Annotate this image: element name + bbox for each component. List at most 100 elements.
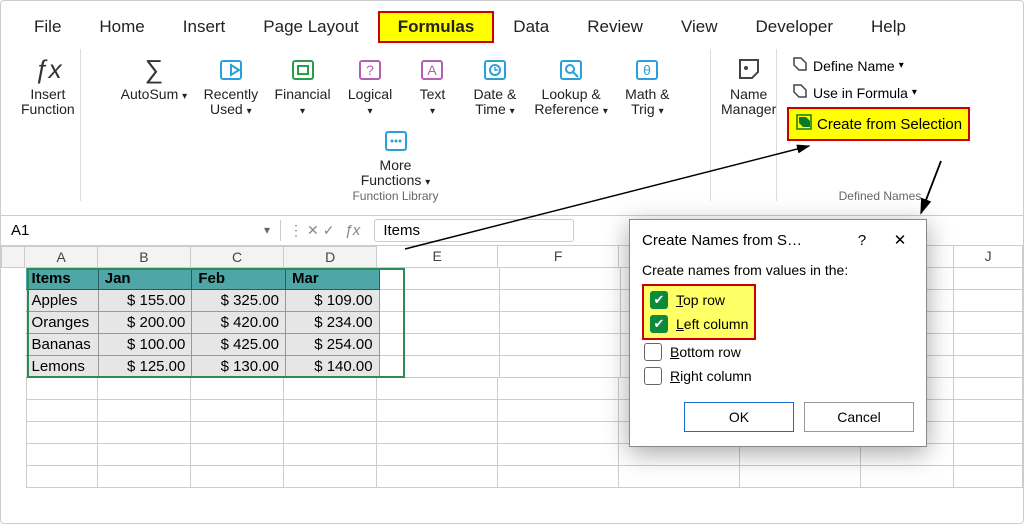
confirm-formula-icon[interactable]: ✓ (323, 222, 335, 239)
cell[interactable] (380, 290, 501, 312)
cell[interactable] (500, 268, 621, 290)
col-header[interactable]: D (284, 246, 377, 268)
cell[interactable] (498, 422, 619, 444)
cell[interactable] (377, 444, 498, 466)
cell[interactable]: Apples (26, 290, 99, 312)
name-box[interactable]: A1 ▾ (1, 220, 281, 241)
cell[interactable] (191, 444, 284, 466)
cell[interactable]: $ 130.00 (192, 356, 286, 378)
tab-file[interactable]: File (15, 12, 80, 42)
cell[interactable] (498, 400, 619, 422)
cell[interactable] (954, 444, 1023, 466)
right-column-checkbox[interactable] (644, 367, 662, 385)
col-header[interactable]: B (98, 246, 191, 268)
formula-bar-input[interactable]: Items (374, 219, 574, 242)
dialog-close-button[interactable]: ✕ (882, 228, 918, 252)
more-functions-button[interactable]: More Functions ▾ (355, 120, 437, 191)
col-header[interactable]: J (954, 246, 1023, 268)
cell[interactable] (98, 378, 191, 400)
cell[interactable]: $ 325.00 (192, 290, 286, 312)
cell[interactable] (954, 356, 1023, 378)
cell[interactable] (498, 378, 619, 400)
cell[interactable] (284, 422, 377, 444)
tab-data[interactable]: Data (494, 12, 568, 42)
dialog-cancel-button[interactable]: Cancel (804, 402, 914, 432)
cell[interactable] (954, 268, 1023, 290)
cell[interactable] (98, 466, 191, 488)
cell[interactable] (26, 378, 99, 400)
col-header[interactable]: C (191, 246, 284, 268)
cell[interactable]: $ 155.00 (99, 290, 193, 312)
dialog-help-button[interactable]: ? (844, 228, 880, 252)
col-header[interactable]: A (25, 246, 98, 268)
financial-button[interactable]: Financial▾ (269, 49, 337, 120)
cell[interactable] (284, 444, 377, 466)
cell[interactable] (98, 422, 191, 444)
cell[interactable] (377, 378, 498, 400)
cell[interactable] (191, 378, 284, 400)
cell[interactable] (954, 312, 1023, 334)
cell[interactable]: $ 109.00 (286, 290, 380, 312)
fx-icon[interactable]: ƒx (344, 222, 360, 239)
cell[interactable] (284, 400, 377, 422)
cell[interactable] (191, 400, 284, 422)
cell[interactable] (500, 290, 621, 312)
tab-review[interactable]: Review (568, 12, 662, 42)
cancel-formula-icon[interactable]: ✕ (307, 222, 319, 239)
cell[interactable]: $ 140.00 (286, 356, 380, 378)
cell[interactable] (498, 466, 619, 488)
cell[interactable] (380, 334, 501, 356)
cell[interactable] (191, 466, 284, 488)
insert-function-button[interactable]: ƒx Insert Function (15, 49, 81, 120)
cell[interactable] (284, 378, 377, 400)
cell[interactable] (26, 422, 99, 444)
cell[interactable] (500, 356, 621, 378)
cell[interactable]: Items (26, 268, 99, 290)
cell[interactable] (377, 422, 498, 444)
top-row-checkbox[interactable]: ✔ (650, 291, 668, 309)
recently-used-button[interactable]: Recently Used ▾ (198, 49, 264, 120)
left-column-checkbox[interactable]: ✔ (650, 315, 668, 333)
math-trig-button[interactable]: θ Math & Trig ▾ (618, 49, 676, 120)
cell[interactable] (500, 334, 621, 356)
lookup-reference-button[interactable]: Lookup & Reference ▾ (528, 49, 614, 120)
create-from-selection-button[interactable]: Create from Selection (787, 107, 970, 141)
cell[interactable] (954, 334, 1023, 356)
cell[interactable] (380, 268, 501, 290)
cell[interactable] (954, 422, 1023, 444)
cell[interactable] (954, 466, 1023, 488)
cell[interactable]: $ 420.00 (192, 312, 286, 334)
cell[interactable] (380, 356, 501, 378)
chevron-down-icon[interactable]: ▾ (264, 223, 270, 237)
logical-button[interactable]: ? Logical▾ (341, 49, 399, 120)
cell[interactable]: $ 254.00 (286, 334, 380, 356)
cell[interactable] (861, 466, 954, 488)
tab-developer[interactable]: Developer (737, 12, 853, 42)
tab-help[interactable]: Help (852, 12, 925, 42)
cell[interactable] (740, 466, 861, 488)
autosum-button[interactable]: ∑ AutoSum ▾ (115, 49, 194, 104)
cell[interactable]: $ 234.00 (286, 312, 380, 334)
cell[interactable] (26, 466, 99, 488)
select-all-corner[interactable] (1, 246, 25, 268)
cell[interactable] (619, 466, 740, 488)
cell[interactable] (98, 400, 191, 422)
tab-home[interactable]: Home (80, 12, 163, 42)
cell[interactable]: $ 100.00 (99, 334, 193, 356)
cell[interactable] (26, 444, 99, 466)
cell[interactable] (191, 422, 284, 444)
tab-insert[interactable]: Insert (164, 12, 245, 42)
tab-formulas[interactable]: Formulas (378, 11, 495, 43)
cell[interactable] (98, 444, 191, 466)
tab-view[interactable]: View (662, 12, 737, 42)
cell[interactable]: Oranges (26, 312, 99, 334)
col-header[interactable]: E (377, 246, 498, 268)
cell[interactable] (954, 400, 1023, 422)
cell[interactable]: Bananas (26, 334, 99, 356)
cell[interactable] (380, 312, 501, 334)
cell[interactable]: $ 425.00 (192, 334, 286, 356)
col-header[interactable]: F (498, 246, 619, 268)
cell[interactable] (954, 378, 1023, 400)
cell[interactable] (498, 444, 619, 466)
tab-page-layout[interactable]: Page Layout (244, 12, 377, 42)
